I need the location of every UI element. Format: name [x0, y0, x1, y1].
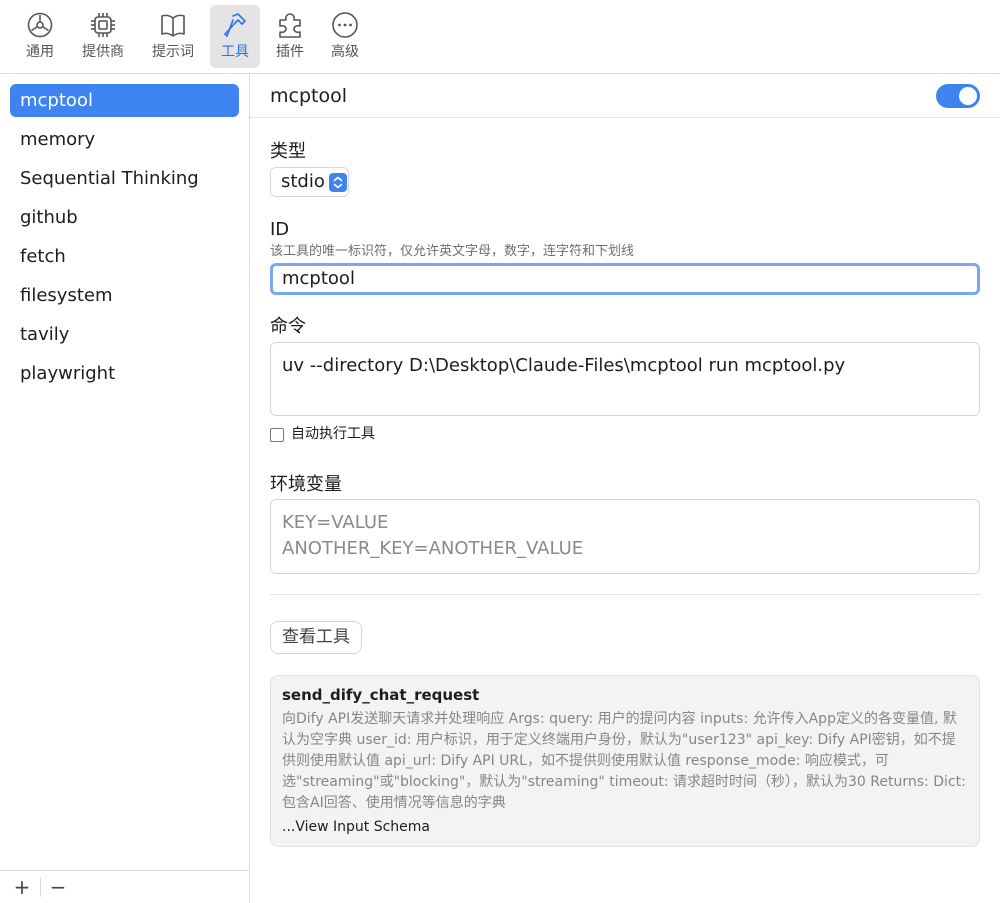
- tab-tools-label: 工具: [221, 44, 249, 60]
- tab-providers[interactable]: 提供商: [76, 5, 130, 68]
- section-divider: [270, 594, 980, 595]
- remove-server-button[interactable]: −: [40, 871, 76, 903]
- env-input[interactable]: KEY=VALUE ANOTHER_KEY=ANOTHER_VALUE: [270, 499, 980, 574]
- tab-prompts-label: 提示词: [152, 44, 194, 60]
- tab-plugins-label: 插件: [276, 44, 304, 60]
- tab-advanced[interactable]: 高级: [322, 5, 368, 68]
- select-arrows-icon: [329, 173, 347, 192]
- book-icon: [161, 14, 185, 37]
- toolbar: 通用 提供商 提示词 工具 插件 高级: [0, 0, 1000, 74]
- sidebar-item-github[interactable]: github: [10, 201, 239, 234]
- server-enabled-toggle[interactable]: [936, 84, 980, 108]
- auto-execute-checkbox[interactable]: [270, 428, 284, 442]
- id-input[interactable]: mcptool: [270, 263, 980, 295]
- general-icon: [27, 12, 53, 38]
- sidebar-item-filesystem[interactable]: filesystem: [10, 279, 239, 312]
- chip-icon: [91, 13, 115, 37]
- more-icon: [332, 12, 358, 38]
- auto-execute-label: 自动执行工具: [291, 426, 375, 442]
- env-placeholder-line1: KEY=VALUE: [282, 512, 389, 533]
- toggle-knob: [959, 87, 977, 105]
- env-label: 环境变量: [270, 474, 342, 495]
- sidebar-item-memory[interactable]: memory: [10, 123, 239, 156]
- tool-card: send_dify_chat_request 向Dify API发送聊天请求并处…: [270, 675, 980, 847]
- env-placeholder-line2: ANOTHER_KEY=ANOTHER_VALUE: [282, 538, 584, 559]
- command-input-value: uv --directory D:\Desktop\Claude-Files\m…: [282, 355, 846, 376]
- sidebar-item-tavily[interactable]: tavily: [10, 318, 239, 351]
- command-label: 命令: [270, 316, 306, 337]
- tool-name: send_dify_chat_request: [282, 686, 480, 704]
- sidebar-item-mcptool[interactable]: mcptool: [10, 84, 239, 117]
- sidebar-item-fetch[interactable]: fetch: [10, 240, 239, 273]
- server-title: mcptool: [270, 85, 347, 107]
- tab-general-label: 通用: [26, 44, 54, 60]
- hammer-icon: [224, 13, 246, 37]
- tab-tools[interactable]: 工具: [210, 5, 260, 68]
- type-select-value: stdio: [281, 171, 325, 192]
- type-select[interactable]: stdio: [270, 167, 349, 197]
- sidebar-footer: + −: [0, 870, 249, 903]
- header-divider: [250, 117, 1000, 118]
- sidebar-item-playwright[interactable]: playwright: [10, 357, 239, 390]
- tab-advanced-label: 高级: [331, 44, 359, 60]
- view-input-schema-link[interactable]: ...View Input Schema: [282, 817, 968, 837]
- view-tools-button[interactable]: 查看工具: [270, 621, 362, 654]
- puzzle-icon: [279, 13, 301, 38]
- tab-general[interactable]: 通用: [16, 5, 64, 68]
- add-server-button[interactable]: +: [4, 871, 40, 903]
- id-input-value: mcptool: [282, 268, 355, 289]
- tool-description: 向Dify API发送聊天请求并处理响应 Args: query: 用户的提问内…: [282, 711, 966, 811]
- tab-prompts[interactable]: 提示词: [146, 5, 200, 68]
- server-sidebar: mcptool memory Sequential Thinking githu…: [0, 74, 250, 903]
- tab-providers-label: 提供商: [82, 44, 124, 60]
- sidebar-item-sequential-thinking[interactable]: Sequential Thinking: [10, 162, 239, 195]
- id-label: ID: [270, 219, 290, 240]
- tab-plugins[interactable]: 插件: [266, 5, 314, 68]
- type-label: 类型: [270, 141, 306, 162]
- server-detail-panel: mcptool 类型 stdio ID 该工具的唯一标识符，仅允许英文字母，数字…: [250, 74, 1000, 903]
- id-hint: 该工具的唯一标识符，仅允许英文字母，数字，连字符和下划线: [270, 244, 635, 259]
- command-input[interactable]: uv --directory D:\Desktop\Claude-Files\m…: [270, 342, 980, 416]
